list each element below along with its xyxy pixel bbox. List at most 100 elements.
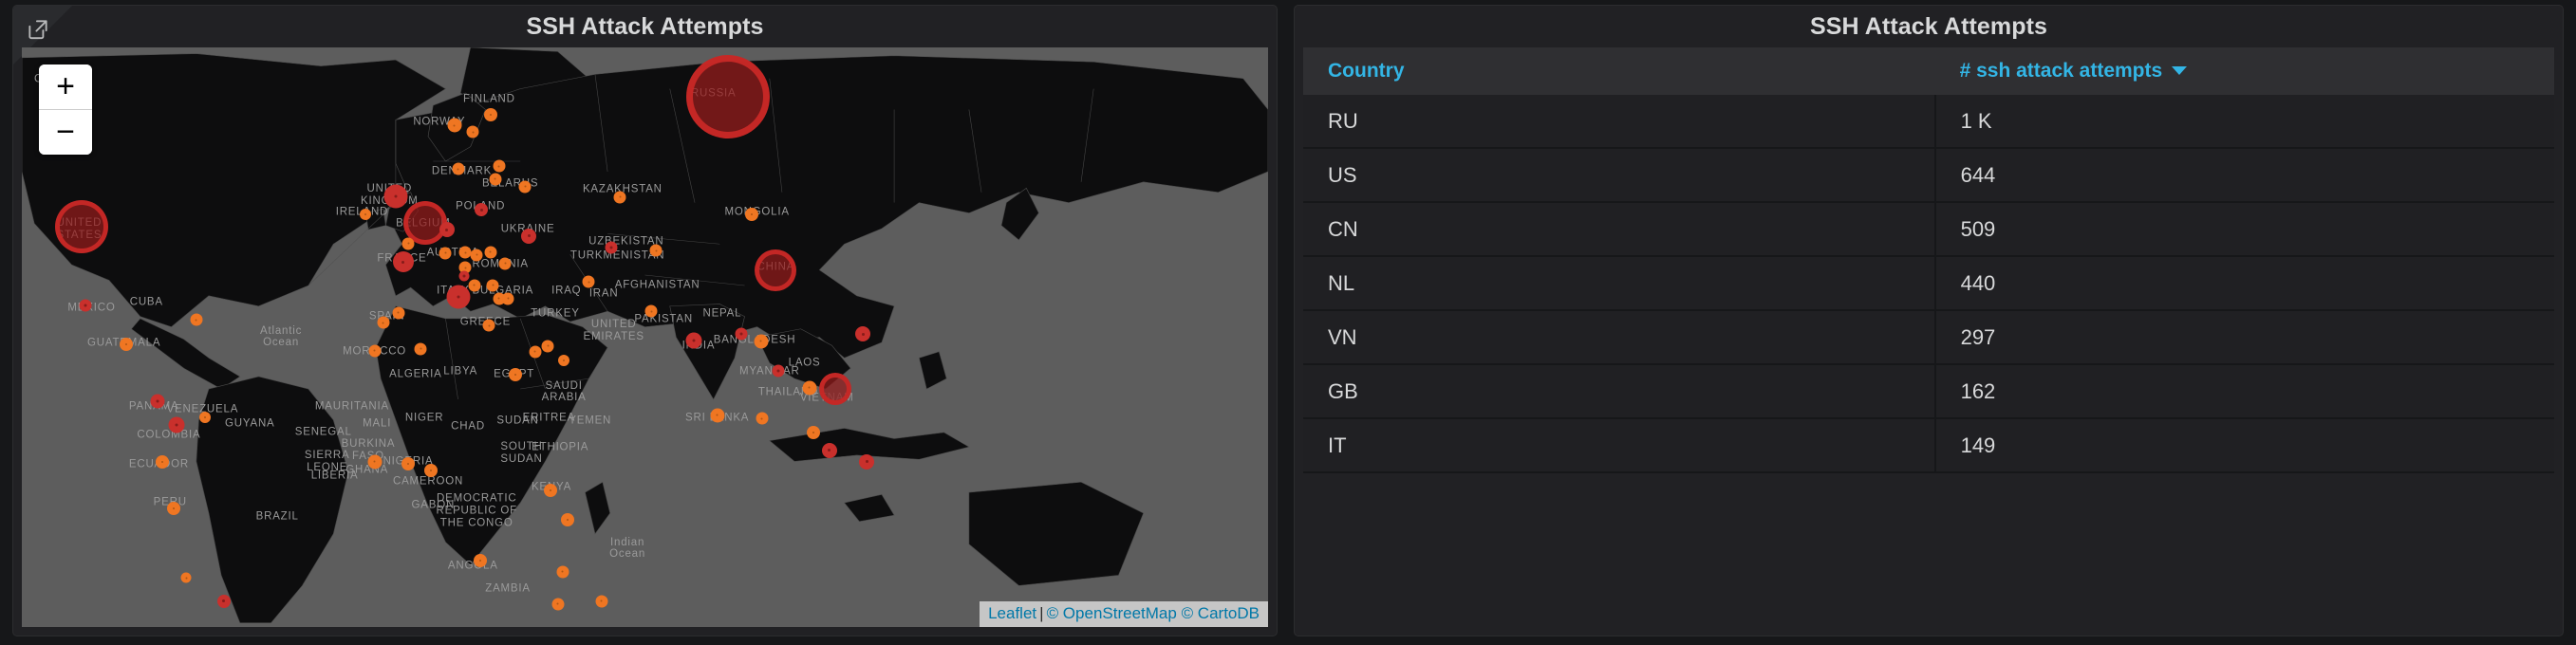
map-attack-marker[interactable] bbox=[501, 292, 514, 305]
table-row[interactable]: RU 1 K bbox=[1303, 95, 2554, 149]
map-attack-marker[interactable] bbox=[755, 249, 797, 292]
map-attack-marker[interactable] bbox=[802, 380, 817, 396]
map-attack-marker[interactable] bbox=[772, 364, 785, 378]
map-attack-marker[interactable] bbox=[475, 203, 489, 217]
map-attack-marker[interactable] bbox=[150, 394, 165, 409]
map-attack-marker[interactable] bbox=[216, 594, 231, 608]
map-attack-marker[interactable] bbox=[551, 598, 565, 611]
cell-country: RU bbox=[1303, 95, 1935, 149]
map-attack-marker[interactable] bbox=[79, 299, 92, 312]
map-attack-marker[interactable] bbox=[529, 345, 542, 359]
map-attack-marker[interactable] bbox=[439, 247, 452, 260]
map-attack-marker[interactable] bbox=[493, 159, 506, 173]
map-attack-marker[interactable] bbox=[190, 313, 203, 326]
map-attack-marker[interactable] bbox=[439, 222, 455, 238]
zoom-out-button[interactable]: − bbox=[39, 110, 92, 155]
map-attack-marker[interactable] bbox=[613, 191, 626, 204]
external-link-icon[interactable] bbox=[26, 17, 50, 42]
map-attack-marker[interactable] bbox=[489, 173, 502, 186]
map-attack-marker[interactable] bbox=[686, 54, 771, 138]
map-attack-marker[interactable] bbox=[756, 412, 769, 425]
map-attack-marker[interactable] bbox=[644, 304, 658, 318]
map-attack-marker[interactable] bbox=[447, 118, 462, 133]
column-header-attempts[interactable]: # ssh attack attempts bbox=[1934, 47, 2554, 95]
map-attack-marker[interactable] bbox=[821, 442, 837, 458]
table-panel-title: SSH Attack Attempts bbox=[1809, 13, 2048, 40]
map-attack-marker[interactable] bbox=[541, 340, 554, 353]
table-head: Country # ssh attack attempts bbox=[1303, 47, 2554, 95]
map-attack-marker[interactable] bbox=[521, 228, 537, 244]
map-attack-marker[interactable] bbox=[518, 180, 532, 194]
map-attack-marker[interactable] bbox=[401, 237, 415, 250]
map-attack-marker[interactable] bbox=[595, 595, 608, 607]
table-row[interactable]: NL 440 bbox=[1303, 256, 2554, 311]
map-basemap bbox=[22, 47, 1268, 627]
map-attack-marker[interactable] bbox=[367, 454, 383, 470]
map-attack-marker[interactable] bbox=[414, 342, 427, 356]
cell-attempts: 1 K bbox=[1933, 95, 2554, 149]
cell-country: CN bbox=[1303, 202, 1935, 257]
table-row[interactable]: US 644 bbox=[1303, 148, 2554, 203]
leaflet-link[interactable]: Leaflet bbox=[988, 604, 1036, 622]
map-attack-marker[interactable] bbox=[368, 344, 382, 358]
map-attack-marker[interactable] bbox=[649, 244, 663, 257]
map-attack-marker[interactable] bbox=[819, 373, 852, 406]
map-attack-marker[interactable] bbox=[508, 368, 522, 382]
map-attack-marker[interactable] bbox=[735, 327, 748, 341]
map-attack-marker[interactable] bbox=[685, 332, 702, 349]
map-attack-marker[interactable] bbox=[556, 565, 569, 579]
map-attack-marker[interactable] bbox=[855, 326, 871, 342]
map-attack-marker[interactable] bbox=[486, 279, 499, 291]
table-header-row: Country # ssh attack attempts bbox=[1303, 47, 2554, 95]
map-attack-marker[interactable] bbox=[167, 501, 181, 515]
openstreetmap-link[interactable]: © OpenStreetMap bbox=[1047, 604, 1177, 622]
map-attack-marker[interactable] bbox=[383, 184, 408, 209]
table-row[interactable]: IT 149 bbox=[1303, 418, 2554, 473]
map-attack-marker[interactable] bbox=[482, 319, 495, 332]
cell-attempts: 162 bbox=[1933, 364, 2554, 419]
map-attack-marker[interactable] bbox=[710, 408, 725, 423]
map-attack-marker[interactable] bbox=[452, 162, 465, 175]
map-attack-marker[interactable] bbox=[466, 125, 479, 138]
map-attack-marker[interactable] bbox=[754, 334, 769, 349]
table-row[interactable]: GB 162 bbox=[1303, 364, 2554, 419]
map-attack-marker[interactable] bbox=[377, 316, 390, 329]
map-attack-marker[interactable] bbox=[474, 553, 488, 567]
map-attack-marker[interactable] bbox=[468, 279, 481, 291]
map-attack-marker[interactable] bbox=[806, 426, 820, 440]
map-attack-marker[interactable] bbox=[745, 207, 759, 221]
map-attack-marker[interactable] bbox=[558, 354, 570, 366]
zoom-in-button[interactable]: + bbox=[39, 64, 92, 110]
map-attribution: Leaflet | © OpenStreetMap © CartoDB bbox=[980, 601, 1268, 627]
map-attack-marker[interactable] bbox=[199, 411, 211, 423]
map-attack-marker[interactable] bbox=[156, 454, 170, 469]
cartodb-link[interactable]: © CartoDB bbox=[1182, 604, 1260, 622]
map-attack-marker[interactable] bbox=[55, 200, 109, 254]
map-attack-marker[interactable] bbox=[561, 512, 575, 526]
map-zoom-control[interactable]: + − bbox=[39, 64, 92, 155]
column-header-country[interactable]: Country bbox=[1303, 47, 1935, 95]
map-attack-marker[interactable] bbox=[470, 249, 483, 262]
cell-attempts: 440 bbox=[1933, 256, 2554, 311]
map-attack-marker[interactable] bbox=[498, 257, 512, 270]
map-attack-marker[interactable] bbox=[483, 108, 497, 122]
map-attack-marker[interactable] bbox=[423, 464, 438, 478]
map-attack-marker[interactable] bbox=[120, 338, 134, 352]
map-attack-marker[interactable] bbox=[446, 285, 471, 309]
map-attack-marker[interactable] bbox=[543, 484, 557, 498]
map-attack-marker[interactable] bbox=[168, 416, 185, 433]
map-attack-marker[interactable] bbox=[180, 572, 192, 583]
map-attack-marker[interactable] bbox=[484, 246, 497, 259]
map-attack-marker[interactable] bbox=[392, 306, 405, 320]
cell-country: US bbox=[1303, 148, 1935, 203]
map-attack-marker[interactable] bbox=[859, 453, 875, 470]
map-attack-marker[interactable] bbox=[360, 208, 372, 220]
table-row[interactable]: CN 509 bbox=[1303, 202, 2554, 257]
map-attack-marker[interactable] bbox=[401, 456, 416, 470]
leaflet-map[interactable]: CANADAUNITED STATESMEXICOCUBAGUATEMALAPA… bbox=[22, 47, 1268, 627]
table-row[interactable]: VN 297 bbox=[1303, 310, 2554, 365]
map-attack-marker[interactable] bbox=[582, 275, 595, 288]
map-attack-marker[interactable] bbox=[458, 270, 470, 282]
map-attack-marker[interactable] bbox=[605, 241, 618, 254]
map-attack-marker[interactable] bbox=[392, 251, 414, 273]
